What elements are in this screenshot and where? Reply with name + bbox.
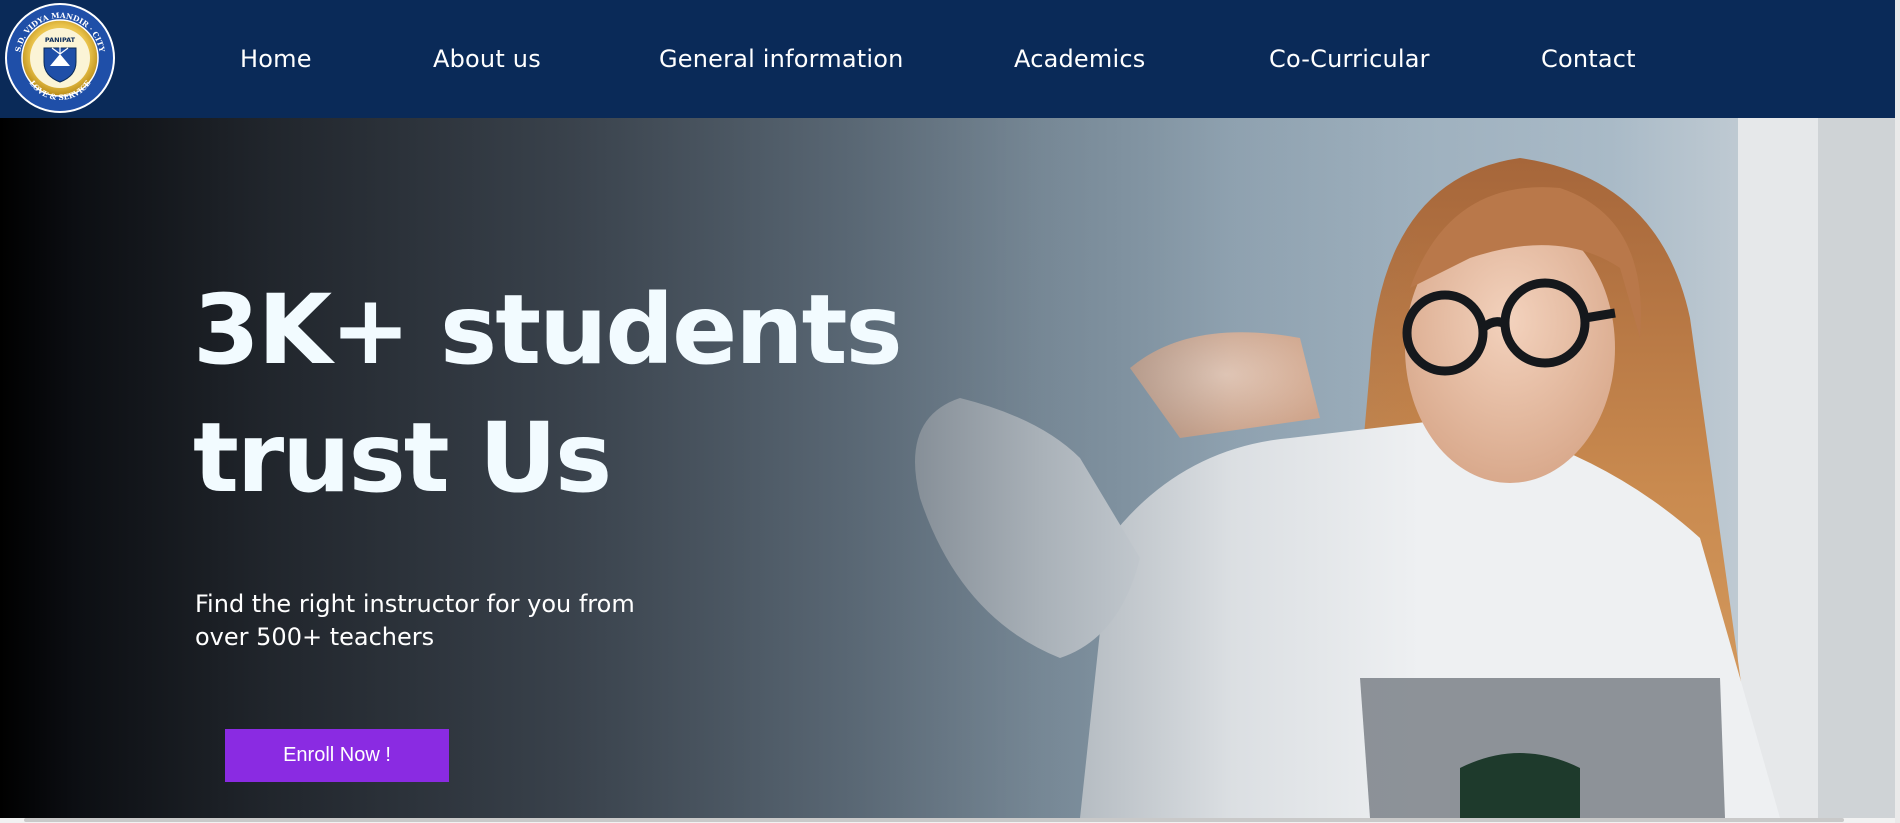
horizontal-scrollbar-thumb[interactable] bbox=[24, 818, 1844, 822]
hero-subtitle-line-1: Find the right instructor for you from bbox=[195, 590, 635, 618]
hero-subtitle-line-2: over 500+ teachers bbox=[195, 623, 435, 651]
nav-home[interactable]: Home bbox=[240, 44, 312, 74]
nav-academics[interactable]: Academics bbox=[1014, 44, 1145, 74]
nav-co-curricular[interactable]: Co-Curricular bbox=[1269, 44, 1430, 74]
hero-section: 3K+ students trust Us Find the right ins… bbox=[0, 118, 1895, 818]
nav-general-information[interactable]: General information bbox=[659, 44, 904, 74]
hero-title-line-2: trust Us bbox=[193, 402, 612, 514]
nav-about-us[interactable]: About us bbox=[433, 44, 541, 74]
top-navbar: S.D. VIDYA MANDIR · CITY PANIPAT LOVE & … bbox=[0, 0, 1895, 118]
nav-contact[interactable]: Contact bbox=[1541, 44, 1636, 74]
vertical-scrollbar[interactable] bbox=[1895, 0, 1900, 823]
page: S.D. VIDYA MANDIR · CITY PANIPAT LOVE & … bbox=[0, 0, 1895, 823]
hero-title: 3K+ students trust Us bbox=[193, 266, 953, 522]
school-crest-icon: S.D. VIDYA MANDIR · CITY PANIPAT LOVE & … bbox=[5, 3, 115, 113]
logo-center-text: PANIPAT bbox=[45, 36, 76, 44]
hero-subtitle: Find the right instructor for you from o… bbox=[195, 588, 665, 654]
hero-title-line-1: 3K+ students bbox=[193, 274, 903, 386]
school-logo[interactable]: S.D. VIDYA MANDIR · CITY PANIPAT LOVE & … bbox=[4, 2, 116, 114]
enroll-now-button[interactable]: Enroll Now ! bbox=[225, 729, 449, 782]
